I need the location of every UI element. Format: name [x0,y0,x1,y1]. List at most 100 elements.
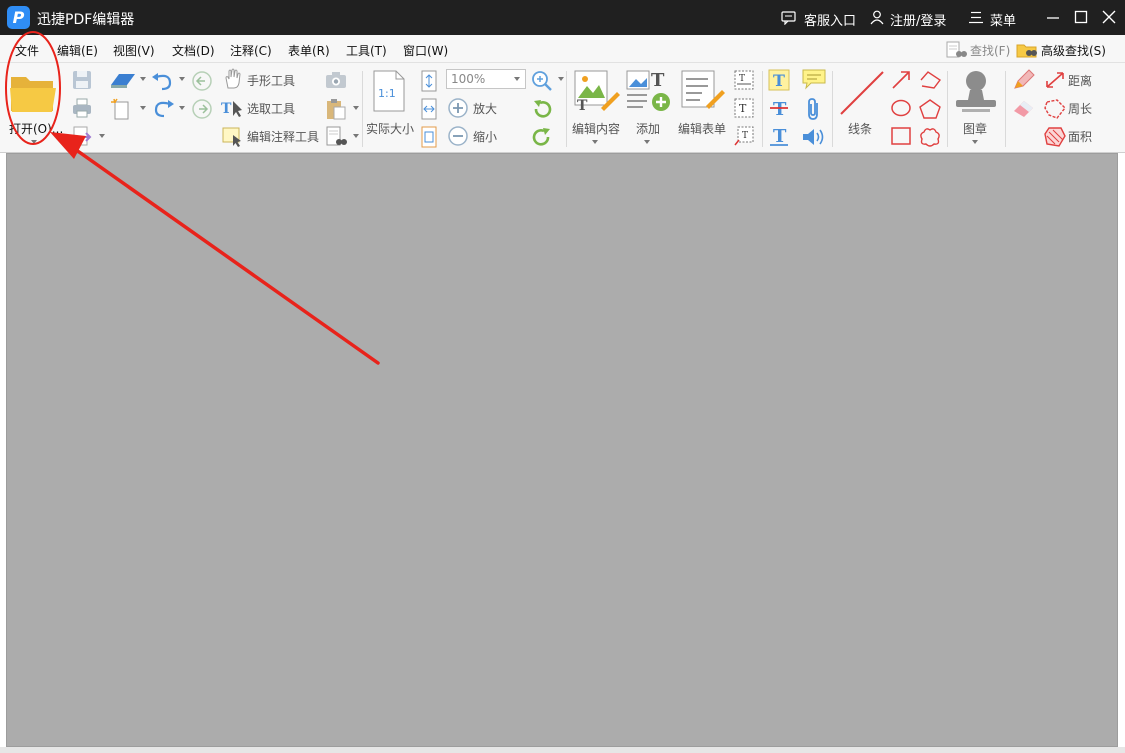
area-tool-icon[interactable] [1043,126,1067,148]
distance-tool-icon[interactable] [1044,70,1066,90]
snapshot-icon[interactable] [324,70,348,90]
add-icon[interactable]: T [625,68,673,112]
ellipse-tool-icon[interactable] [890,98,912,118]
attachment-icon[interactable] [804,97,824,121]
area-label[interactable]: 面积 [1068,128,1092,145]
hand-tool-icon[interactable] [222,68,244,90]
polygon-tool-icon[interactable] [918,98,942,120]
menu-tools[interactable]: 工具(T) [346,42,387,59]
edit-form-icon[interactable] [680,68,728,112]
clipboard-icon[interactable] [324,98,348,120]
callout-icon[interactable]: T [733,125,755,147]
edit-form-label[interactable]: 编辑表单 [678,120,726,137]
find-doc-dropdown-arrow [353,134,359,138]
edit-content-icon[interactable]: T [573,68,621,112]
menu-file[interactable]: 文件 [15,42,39,59]
svg-text:1:1: 1:1 [378,87,396,100]
clipboard-dropdown-arrow [353,106,359,110]
line-tool-icon[interactable] [838,69,886,117]
pencil-icon[interactable] [1012,69,1036,91]
open-folder-icon[interactable] [8,71,58,115]
close-icon[interactable] [1101,9,1117,25]
zoom-out-icon[interactable] [447,125,469,147]
actual-size-label[interactable]: 实际大小 [366,120,414,137]
zoom-in-label[interactable]: 放大 [473,100,497,117]
edit-annotation-tool-label[interactable]: 编辑注释工具 [247,128,319,145]
stamp-icon[interactable] [952,68,1000,116]
scan-icon[interactable] [109,71,137,89]
underline-text-icon[interactable]: T [768,125,790,147]
menu-form[interactable]: 表单(R) [288,42,330,59]
toolbar-separator [947,71,948,147]
text-field-icon[interactable]: T [733,69,755,91]
add-label[interactable]: 添加 [636,120,660,137]
perimeter-tool-icon[interactable] [1043,98,1067,120]
actual-size-icon[interactable]: 1:1 [372,69,406,113]
fit-page-icon[interactable] [420,70,438,92]
sticky-note-icon[interactable] [801,68,827,90]
svg-text:T: T [773,71,785,90]
open-dropdown-arrow[interactable] [31,140,37,144]
fit-width-icon[interactable] [420,98,438,120]
login-register-link[interactable]: 注册/登录 [890,10,946,29]
svg-text:T: T [739,102,747,115]
polyline-tool-icon[interactable] [918,70,942,90]
svg-text:T: T [773,126,787,147]
menu-lines-icon[interactable] [969,11,983,24]
arrow-tool-icon[interactable] [890,70,912,90]
perimeter-label[interactable]: 周长 [1068,100,1092,117]
redo-icon[interactable] [150,98,176,118]
svg-text:T: T [742,131,748,141]
customer-service-link[interactable]: 客服入口 [804,10,856,29]
menu-window[interactable]: 窗口(W) [403,42,448,59]
save-icon[interactable] [71,69,93,91]
fit-visible-icon[interactable] [420,126,438,148]
sound-icon[interactable] [801,126,827,148]
lines-label[interactable]: 线条 [848,120,872,137]
previous-view-icon[interactable] [191,70,213,92]
new-document-icon[interactable] [110,98,134,120]
menu-comment[interactable]: 注释(C) [230,42,272,59]
print-icon[interactable] [71,97,93,119]
undo-icon[interactable] [150,71,176,91]
menu-document[interactable]: 文档(D) [172,42,215,59]
cloud-tool-icon[interactable] [918,126,942,148]
user-icon[interactable] [870,10,884,25]
edit-annotation-tool-icon[interactable] [220,125,244,147]
zoom-tool-icon[interactable] [530,69,554,91]
export-icon[interactable] [71,125,93,147]
distance-label[interactable]: 距离 [1068,72,1092,89]
select-tool-icon[interactable]: T [220,98,244,118]
menu-edit[interactable]: 编辑(E) [57,42,98,59]
text-box-icon[interactable]: T [733,97,755,119]
title-bar: P 迅捷PDF编辑器 客服入口 注册/登录 菜单 [0,0,1125,35]
select-tool-label[interactable]: 选取工具 [247,100,295,117]
toolbar-separator [1005,71,1006,147]
document-workspace[interactable] [6,153,1118,747]
advanced-find-button[interactable]: 高级查找(S) [1016,41,1106,59]
chat-icon[interactable] [781,10,796,25]
eraser-icon[interactable] [1012,97,1036,119]
zoom-out-label[interactable]: 缩小 [473,128,497,145]
find-button[interactable]: 查找(F) [945,41,1010,59]
edit-content-dropdown-arrow [592,140,598,144]
zoom-in-icon[interactable] [447,97,469,119]
strikeout-text-icon[interactable]: T [768,97,790,119]
maximize-icon[interactable] [1073,9,1089,25]
rotate-left-icon[interactable] [531,98,553,120]
highlight-text-icon[interactable]: T [768,69,790,91]
edit-content-label[interactable]: 编辑内容 [572,120,620,137]
menu-view[interactable]: 视图(V) [113,42,155,59]
rectangle-tool-icon[interactable] [890,126,912,146]
add-dropdown-arrow [644,140,650,144]
find-document-icon[interactable] [324,125,348,147]
menu-bar: 文件 编辑(E) 视图(V) 文档(D) 注释(C) 表单(R) 工具(T) 窗… [0,35,1125,63]
svg-text:T: T [773,99,787,119]
hand-tool-label[interactable]: 手形工具 [247,72,295,89]
rotate-right-icon[interactable] [531,126,553,148]
stamp-label[interactable]: 图章 [963,120,987,137]
minimize-icon[interactable] [1045,9,1061,25]
main-menu-button[interactable]: 菜单 [990,10,1016,29]
next-view-icon[interactable] [191,98,213,120]
open-button-label[interactable]: 打开(O)... [9,120,63,137]
